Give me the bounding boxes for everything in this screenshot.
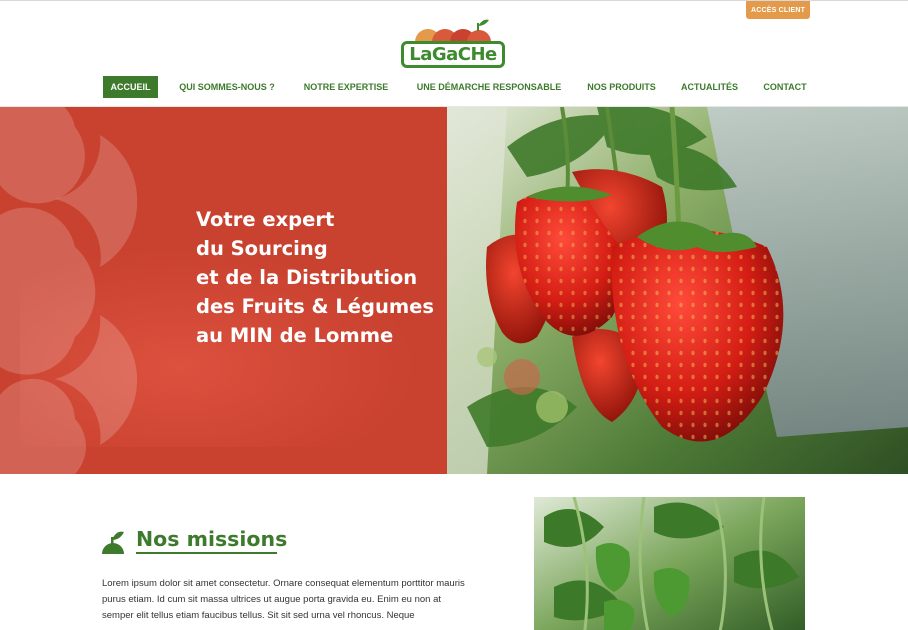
strawberry-image: [447, 107, 908, 474]
nav-item-contact[interactable]: CONTACT: [760, 76, 810, 98]
strawberry-photo: [447, 107, 908, 474]
missions-title-underline: [136, 552, 277, 554]
hero-line: Votre expert: [196, 208, 335, 231]
leaf-fruit-icon: [102, 531, 124, 554]
hero-line: au MIN de Lomme: [196, 324, 394, 347]
hero-line: du Sourcing: [196, 237, 328, 260]
hero-line: des Fruits & Légumes: [196, 295, 434, 318]
peppers-photo: [534, 497, 805, 630]
nav-item-accueil[interactable]: ACCUEIL: [103, 76, 158, 98]
hero-title: Votre expert du Sourcing et de la Distri…: [196, 205, 446, 350]
missions-title: Nos missions: [136, 527, 288, 551]
hero-line: et de la Distribution: [196, 266, 418, 289]
nav-item-notre-expertise[interactable]: NOTRE EXPERTISE: [300, 76, 392, 98]
missions-paragraph: Lorem ipsum dolor sit amet consectetur. …: [102, 578, 465, 621]
hero-banner: Votre expert du Sourcing et de la Distri…: [0, 107, 447, 474]
logo-fruits-icon: [415, 19, 491, 42]
nav-item-qui-sommes-nous[interactable]: QUI SOMMES-NOUS ?: [174, 76, 280, 98]
nav-item-actualites[interactable]: ACTUALITÉS: [678, 76, 741, 98]
nav-item-demarche-responsable[interactable]: UNE DÉMARCHE RESPONSABLE: [413, 76, 565, 98]
nav-item-nos-produits[interactable]: NOS PRODUITS: [584, 76, 659, 98]
peppers-image: [534, 497, 805, 630]
client-access-button[interactable]: ACCÈS CLIENT: [746, 1, 810, 19]
logo-wordmark: LaGaCHe: [401, 41, 505, 68]
logo[interactable]: LaGaCHe: [399, 14, 507, 68]
main-nav: ACCUEIL QUI SOMMES-NOUS ? NOTRE EXPERTIS…: [0, 76, 908, 98]
